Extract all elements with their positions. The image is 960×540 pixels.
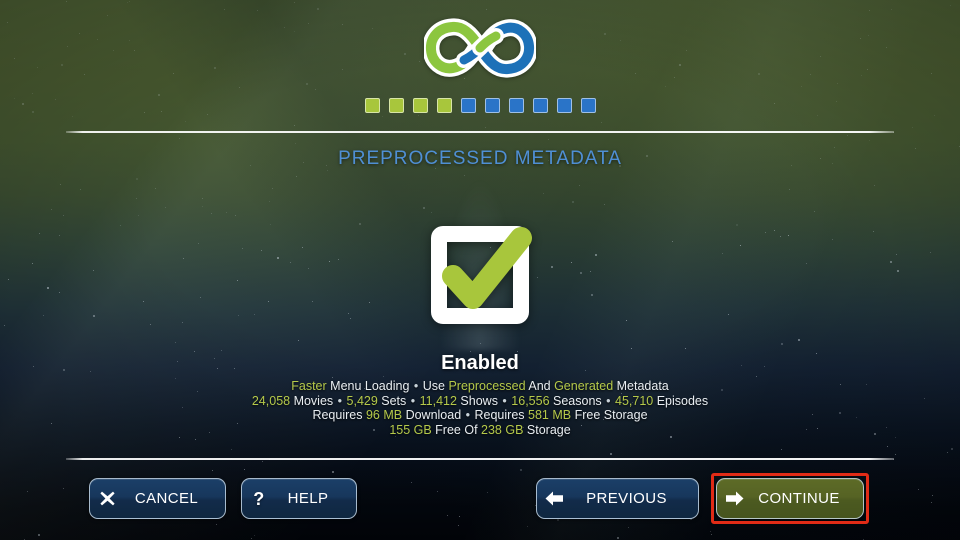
detail-text: Movies	[290, 393, 337, 408]
detail-value: 5,429	[346, 393, 378, 408]
detail-value: 581 MB	[528, 408, 572, 423]
detail-text: Seasons	[549, 393, 606, 408]
separator-top	[66, 131, 894, 133]
setup-wizard-screen: PREPROCESSED METADATA Enabled Faster Men…	[0, 0, 960, 540]
continue-button[interactable]: CONTINUE	[716, 478, 864, 519]
detail-text: Free Of	[431, 422, 482, 437]
detail-text: Menu Loading	[326, 379, 413, 393]
progress-step-7	[508, 97, 524, 113]
checkbox-checked-icon	[431, 226, 532, 324]
status-detail-line: Requires 96 MB Download • Requires 581 M…	[0, 408, 960, 423]
detail-text: Use	[419, 379, 449, 393]
detail-value: 155 GB	[389, 422, 432, 437]
detail-bullet: •	[606, 393, 611, 408]
status-detail-line: Faster Menu Loading • Use Preprocessed A…	[0, 379, 960, 394]
help-button-label: HELP	[287, 490, 329, 507]
detail-text: Sets	[377, 393, 410, 408]
detail-value: 238 GB	[481, 422, 524, 437]
detail-value: 16,556	[511, 393, 550, 408]
detail-value: 96 MB	[365, 408, 403, 423]
detail-value: Generated	[554, 379, 614, 393]
status-details: Faster Menu Loading • Use Preprocessed A…	[0, 379, 960, 437]
detail-bullet: •	[502, 393, 507, 408]
progress-step-1	[364, 97, 380, 113]
app-logo	[0, 8, 960, 88]
arrow-left-icon	[537, 490, 571, 507]
cancel-button-label: CANCEL	[134, 490, 199, 507]
arrow-right-icon	[717, 490, 751, 507]
detail-value: 11,412	[419, 393, 457, 408]
question-mark-icon: ?	[253, 488, 265, 509]
button-bar: CANCEL ? HELP PREVIOUS CONTINUE	[0, 473, 960, 524]
status-icon	[0, 212, 960, 338]
detail-text: And	[525, 379, 555, 393]
cancel-button[interactable]: CANCEL	[89, 478, 226, 519]
infinity-logo-icon	[424, 18, 536, 78]
detail-value: 45,710	[615, 393, 654, 408]
previous-button[interactable]: PREVIOUS	[536, 478, 699, 519]
progress-step-3	[412, 97, 428, 113]
help-button[interactable]: ? HELP	[241, 478, 357, 519]
detail-value: Preprocessed	[448, 379, 526, 393]
progress-step-10	[580, 97, 596, 113]
progress-step-9	[556, 97, 572, 113]
page-title: PREPROCESSED METADATA	[338, 148, 622, 169]
progress-step-5	[460, 97, 476, 113]
detail-text: Requires	[471, 408, 529, 423]
separator-bottom	[66, 458, 894, 460]
detail-text: Download	[402, 408, 465, 423]
previous-button-label: PREVIOUS	[586, 490, 667, 507]
detail-value: Faster	[291, 379, 327, 393]
detail-text: Storage	[523, 422, 571, 437]
close-x-icon	[90, 490, 124, 507]
status-detail-line: 24,058 Movies • 5,429 Sets • 11,412 Show…	[0, 394, 960, 409]
detail-text: Metadata	[613, 379, 669, 393]
progress-step-4	[436, 97, 452, 113]
setup-progress-steps	[0, 96, 960, 114]
detail-text: Requires	[312, 408, 366, 423]
detail-value: 24,058	[251, 393, 291, 408]
detail-text: Episodes	[653, 393, 709, 408]
detail-text: Shows	[456, 393, 502, 408]
progress-step-2	[388, 97, 404, 113]
detail-text: Free Storage	[571, 408, 648, 423]
progress-step-8	[532, 97, 548, 113]
progress-step-6	[484, 97, 500, 113]
status-detail-line: 155 GB Free Of 238 GB Storage	[0, 423, 960, 438]
status-heading: Enabled	[441, 352, 519, 374]
continue-button-label: CONTINUE	[758, 490, 840, 507]
